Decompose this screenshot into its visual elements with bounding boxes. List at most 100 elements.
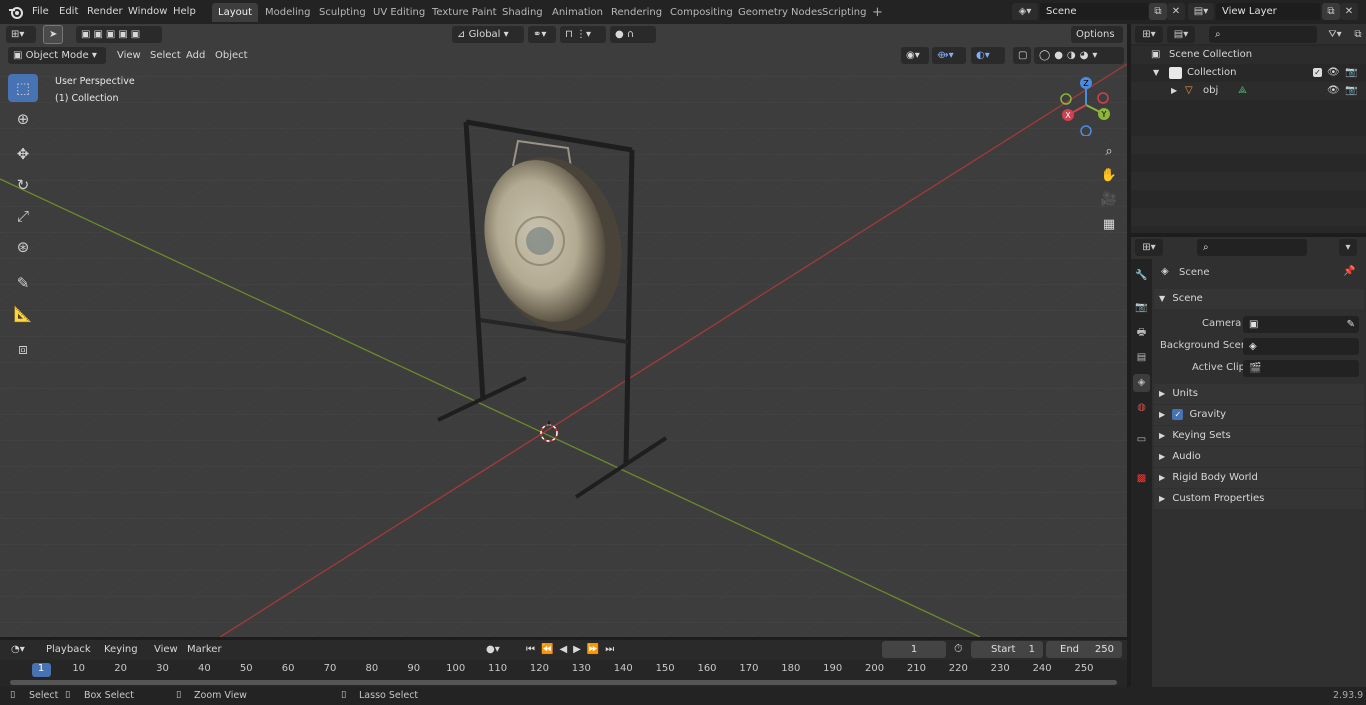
viewport-menu-select[interactable]: Select	[145, 47, 186, 64]
scene-close-icon[interactable]: ✕	[1167, 3, 1185, 20]
viewport-menu-object[interactable]: Object	[210, 47, 253, 64]
output-tab-icon[interactable]: 🖶	[1133, 324, 1150, 342]
pivot-point-icon[interactable]: ⚭▾	[528, 26, 556, 43]
tab-layout[interactable]: Layout	[212, 3, 258, 22]
scene-tab-icon[interactable]: ◈	[1133, 374, 1150, 392]
audio-panel-header[interactable]: ▶ Audio	[1154, 447, 1364, 467]
measure-tool-icon[interactable]: 📐	[8, 300, 38, 328]
snap-icon[interactable]: ⊓ ⋮▾	[560, 26, 606, 43]
tab-shading[interactable]: Shading	[496, 3, 549, 22]
tweak-tool-icon[interactable]: ➤	[43, 25, 63, 44]
scene-browse-icon[interactable]: ◈▾	[1012, 3, 1038, 20]
pan-hand-icon[interactable]: ✋	[1098, 165, 1120, 187]
tool-tab-icon[interactable]: 🔧	[1133, 267, 1150, 285]
outliner-row-obj[interactable]: ▶ ▽ obj ⟁ 👁 📷	[1131, 82, 1366, 100]
stopwatch-icon[interactable]: ⏱	[954, 642, 963, 656]
timeline-editor-type-icon[interactable]: ◔▾	[6, 641, 36, 658]
visibility-icon[interactable]: ◉▾	[901, 47, 929, 64]
tab-rendering[interactable]: Rendering	[605, 3, 668, 22]
exclude-checkbox[interactable]: ✓	[1313, 68, 1322, 77]
ortho-grid-icon[interactable]: ▦	[1098, 214, 1120, 236]
custom-properties-panel-header[interactable]: ▶ Custom Properties	[1154, 489, 1364, 509]
camera-field[interactable]: ▣ ✎	[1243, 316, 1359, 333]
gong-object[interactable]	[420, 114, 680, 514]
scene-panel-header[interactable]: ▼ Scene	[1154, 289, 1364, 309]
menu-help[interactable]: Help	[167, 3, 202, 21]
timeline-menu-keying[interactable]: Keying ▾	[99, 641, 146, 672]
navigation-gizmo[interactable]: Z Y X	[1055, 74, 1117, 136]
camera-view-icon[interactable]: 🎥	[1098, 189, 1120, 211]
view-layer-tab-icon[interactable]: ▤	[1133, 349, 1150, 367]
zoom-icon[interactable]: ⌕	[1098, 141, 1120, 163]
timeline-menu-playback[interactable]: Playback ▾	[41, 641, 96, 672]
editor-type-icon[interactable]: ⊞▾	[6, 26, 36, 43]
collection-tab-icon[interactable]: ▭	[1133, 431, 1150, 449]
view-layer-browse-icon[interactable]: ▤▾	[1188, 3, 1214, 20]
object-mode-dropdown[interactable]: ▣ Object Mode ▾	[8, 47, 106, 64]
camera-restrict-icon[interactable]: 📷	[1345, 64, 1357, 82]
timeline-menu-marker[interactable]: Marker	[182, 641, 227, 658]
current-frame-field[interactable]: 1	[882, 641, 946, 658]
filter-icon[interactable]: ⛛▾	[1321, 26, 1349, 43]
outliner-row-scene-collection[interactable]: ▣ Scene Collection	[1131, 46, 1366, 64]
auto-keying-icon[interactable]: ●▾	[481, 641, 515, 658]
menu-edit[interactable]: Edit	[53, 3, 84, 21]
new-collection-icon[interactable]: ⧉	[1349, 26, 1366, 43]
overlay-toggle-icon[interactable]: ◐▾	[971, 47, 1005, 64]
camera-restrict-icon[interactable]: 📷	[1345, 82, 1357, 100]
tab-sculpting[interactable]: Sculpting	[313, 3, 372, 22]
playback-controls[interactable]: ⏮⏪◀▶⏩⏭	[521, 641, 631, 658]
tab-scripting[interactable]: Scripting	[816, 3, 872, 22]
properties-search-input[interactable]: ⌕	[1197, 239, 1307, 256]
view-layer-close-icon[interactable]: ✕	[1340, 3, 1358, 20]
scene-name-field[interactable]: Scene	[1040, 3, 1148, 20]
scene-new-icon[interactable]: ⧉	[1149, 3, 1167, 20]
annotate-tool-icon[interactable]: ✎	[8, 269, 38, 297]
xray-icon[interactable]: ▢	[1013, 47, 1031, 64]
gravity-panel-header[interactable]: ▶ ✓ Gravity	[1154, 405, 1364, 425]
options-dropdown[interactable]: Options ▾	[1071, 26, 1123, 57]
gizmo-toggle-icon[interactable]: ⟴▾	[932, 47, 966, 64]
add-cube-tool-icon[interactable]: ⧈	[8, 335, 38, 363]
rigid-body-world-panel-header[interactable]: ▶ Rigid Body World	[1154, 468, 1364, 488]
shading-mode-icons[interactable]: ◯●◑◕▾	[1034, 47, 1124, 64]
select-box-tool-icon[interactable]: ⬚	[8, 74, 38, 102]
move-tool-icon[interactable]: ✥	[8, 140, 38, 168]
transform-orientation-dropdown[interactable]: ⊿ Global ▾	[452, 26, 524, 43]
render-tab-icon[interactable]: 📷	[1133, 299, 1150, 317]
start-frame-field[interactable]: Start 1	[971, 641, 1043, 658]
expand-arrow-icon[interactable]: ▶	[1171, 82, 1177, 100]
view-layer-new-icon[interactable]: ⧉	[1322, 3, 1340, 20]
eyedropper-icon[interactable]: ✎	[1347, 316, 1355, 333]
scale-tool-icon[interactable]: ⤢	[8, 202, 38, 230]
rotate-tool-icon[interactable]: ↻	[8, 171, 38, 199]
timeline-menu-view[interactable]: View	[149, 641, 183, 658]
eye-icon[interactable]: 👁	[1327, 82, 1340, 100]
tab-texture-paint[interactable]: Texture Paint	[426, 3, 503, 22]
display-mode-icon[interactable]: ▤▾	[1167, 26, 1195, 43]
proportional-edit-icon[interactable]: ● ∩	[610, 26, 656, 43]
outliner-editor-type-icon[interactable]: ⊞▾	[1135, 26, 1163, 43]
eye-icon[interactable]: 👁	[1327, 64, 1340, 82]
end-frame-field[interactable]: End 250	[1046, 641, 1122, 658]
timeline-scrollbar[interactable]	[10, 680, 1117, 685]
tab-modeling[interactable]: Modeling	[259, 3, 317, 22]
3d-viewport[interactable]: ⊞▾ ➤ ▣▣▣▣▣ ⊿ Global ▾ ⚭▾ ⊓ ⋮▾ ● ∩ Option…	[0, 24, 1127, 637]
tab-geometry-nodes[interactable]: Geometry Nodes	[732, 3, 828, 22]
texture-tab-icon[interactable]: ▩	[1133, 470, 1150, 488]
keying-sets-panel-header[interactable]: ▶ Keying Sets	[1154, 426, 1364, 446]
world-tab-icon[interactable]: ◍	[1133, 399, 1150, 417]
tab-uv-editing[interactable]: UV Editing	[367, 3, 431, 22]
outliner-row-collection[interactable]: ▼ Collection ✓ 👁 📷	[1131, 64, 1366, 82]
frame-ruler[interactable]: 1 10 20 30 40 50 60 70 80 90 100 110 120 130 140 150 160…	[0, 660, 1127, 687]
tab-compositing[interactable]: Compositing	[664, 3, 739, 22]
expand-arrow-icon[interactable]: ▼	[1153, 64, 1159, 82]
cursor-tool-icon[interactable]: ⊕	[8, 105, 38, 133]
outliner-search-input[interactable]: ⌕	[1209, 26, 1317, 43]
viewport-menu-view[interactable]: View	[112, 47, 146, 64]
gravity-checkbox[interactable]: ✓	[1172, 408, 1184, 420]
blender-logo-icon[interactable]	[8, 4, 24, 20]
properties-editor-type-icon[interactable]: ⊞▾	[1135, 239, 1163, 256]
transform-tool-icon[interactable]: ⊛	[8, 233, 38, 261]
active-clip-field[interactable]: 🎬	[1243, 360, 1359, 377]
